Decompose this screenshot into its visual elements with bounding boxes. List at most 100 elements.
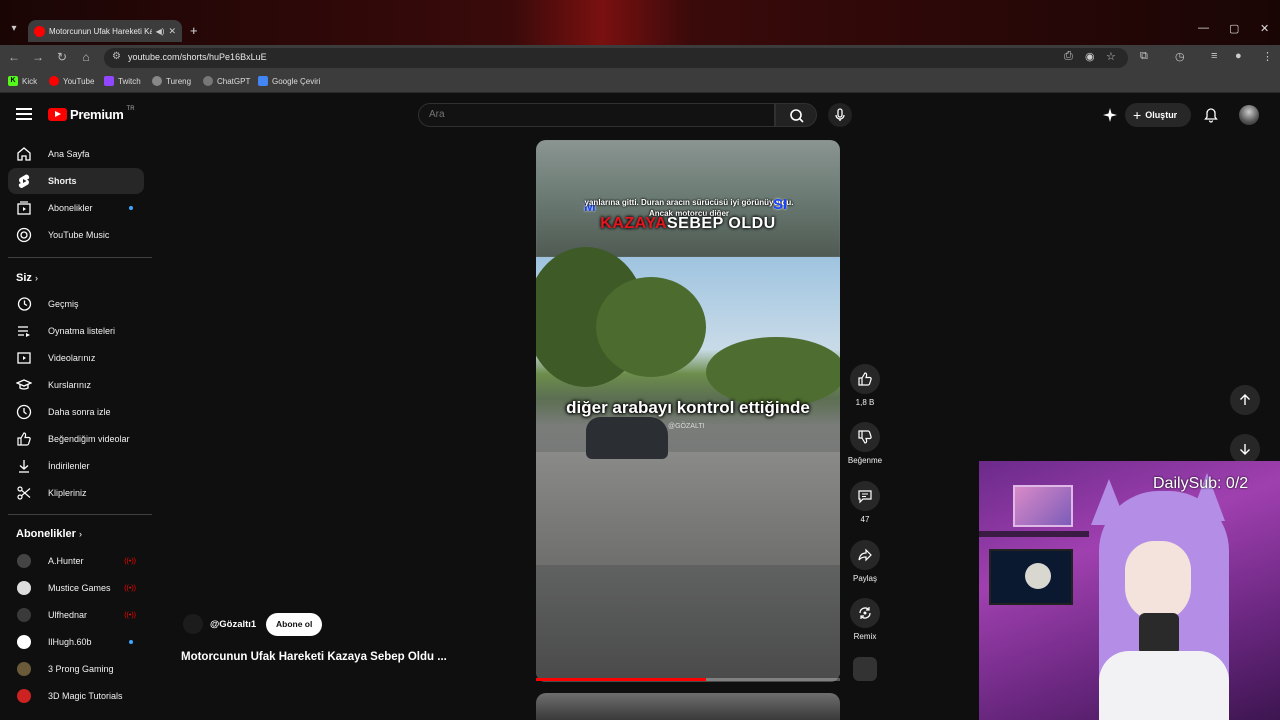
search-icon	[790, 109, 804, 123]
bookmarks-bar: K Kick YouTube Twitch Tureng ChatGPT Goog…	[0, 71, 1280, 93]
create-button[interactable]: + Oluştur	[1125, 103, 1191, 127]
address-bar[interactable]: ⚙ youtube.com/shorts/huPe16BxLuE	[104, 48, 1128, 68]
bookmark-kick[interactable]: K Kick	[8, 76, 37, 86]
voice-search-button[interactable]	[828, 103, 852, 127]
sidebar-item-courses[interactable]: Kurslarınız	[8, 372, 144, 398]
bookmark-twitch[interactable]: Twitch	[104, 76, 141, 86]
sound-source-icon[interactable]	[853, 657, 877, 681]
forward-icon[interactable]: →	[30, 50, 46, 64]
subscriptions-icon	[16, 200, 32, 216]
arrow-down-icon	[1240, 444, 1250, 455]
short-title[interactable]: Motorcunun Ufak Hareketi Kazaya Sebep Ol…	[181, 651, 447, 663]
bookmark-star-icon[interactable]: ☆	[1106, 50, 1116, 63]
share-button[interactable]: Paylaş	[848, 540, 882, 583]
audio-playing-icon[interactable]: ◀)	[156, 27, 165, 36]
sidebar-item-downloads[interactable]: İndirilenler	[8, 453, 144, 479]
hamburger-menu-icon[interactable]	[16, 108, 32, 120]
tracking-icon[interactable]: ◉	[1085, 50, 1095, 63]
extensions-icon[interactable]: ⧉	[1140, 50, 1148, 63]
previous-short-button[interactable]	[1230, 385, 1260, 415]
history-icon	[16, 296, 32, 312]
arrow-up-icon	[1240, 394, 1250, 405]
reload-icon[interactable]: ↻	[54, 50, 70, 64]
history-icon[interactable]: ◷	[1175, 50, 1185, 63]
sidebar-channel[interactable]: 3D Magic Tutorials	[8, 683, 144, 709]
caption-headline: KAZAYASEBEP OLDU	[600, 215, 776, 232]
new-content-dot	[129, 640, 133, 644]
thumbs-up-icon	[850, 364, 880, 394]
menu-icon[interactable]: ⋮	[1262, 50, 1273, 63]
sidebar-item-watch-later[interactable]: Daha sonra izle	[8, 399, 144, 425]
bookmark-google-translate[interactable]: Google Çeviri	[258, 76, 320, 86]
channel-avatar	[17, 608, 31, 622]
tab-title: Motorcunun Ufak Hareketi Kazaya Sebep Ol…	[49, 26, 152, 36]
sidebar-channel[interactable]: IlHugh.60b	[8, 629, 144, 655]
sidebar-item-playlists[interactable]: Oynatma listeleri	[8, 318, 144, 344]
minimize-button[interactable]: —	[1198, 22, 1209, 34]
youtube-premium-logo[interactable]: Premium TR	[48, 106, 135, 122]
remix-button[interactable]: Remix	[848, 598, 882, 641]
sidebar: Ana Sayfa Shorts Abonelikler YouTube Mus…	[0, 137, 154, 720]
streamer-webcam-overlay: DailySub: 0/2	[979, 461, 1280, 720]
home-icon[interactable]: ⌂	[78, 50, 94, 64]
tab-search-icon[interactable]: ▾	[6, 21, 22, 37]
notifications-bell-icon[interactable]	[1203, 107, 1219, 123]
install-app-icon[interactable]: ⎙	[1064, 50, 1073, 63]
home-icon	[16, 146, 32, 162]
back-icon[interactable]: ←	[6, 50, 22, 64]
plus-icon: +	[1133, 107, 1142, 123]
new-tab-button[interactable]: +	[190, 23, 198, 38]
sidebar-item-history[interactable]: Geçmiş	[8, 291, 144, 317]
bookmark-tureng[interactable]: Tureng	[152, 76, 191, 86]
close-window-button[interactable]: ✕	[1260, 22, 1269, 35]
sidebar-item-subscriptions[interactable]: Abonelikler	[8, 195, 144, 221]
dislike-label: Beğenme	[847, 456, 883, 465]
channel-name[interactable]: @Gözaltı1	[210, 619, 256, 630]
bookmark-youtube[interactable]: YouTube	[49, 76, 94, 86]
next-short-button[interactable]	[1230, 434, 1260, 464]
video-progress-bar[interactable]	[536, 678, 840, 681]
site-info-icon[interactable]: ⚙	[112, 51, 121, 62]
sidebar-item-shorts[interactable]: Shorts	[8, 168, 144, 194]
chevron-right-icon: ›	[78, 529, 82, 539]
sidebar-subscriptions-heading[interactable]: Abonelikler ›	[16, 528, 82, 540]
next-short-preview[interactable]	[536, 693, 840, 720]
sidebar-item-clips[interactable]: Klipleriniz	[8, 480, 144, 506]
tab-close-icon[interactable]: ✕	[168, 26, 176, 37]
ai-sparkle-icon[interactable]	[1102, 107, 1118, 123]
dislike-button[interactable]: Beğenme	[848, 422, 882, 465]
logo-text: Premium	[70, 107, 124, 122]
short-video-player[interactable]: M yanlarına gitti. Duran aracın sürücüsü…	[536, 140, 840, 682]
like-button[interactable]: 1,8 B	[848, 364, 882, 407]
subscribe-button[interactable]: Abone ol	[266, 613, 323, 636]
sidebar-channel[interactable]: 3 Prong Gaming	[8, 656, 144, 682]
like-count: 1,8 B	[855, 398, 875, 407]
profile-icon[interactable]: ●	[1235, 50, 1242, 62]
channel-avatar[interactable]	[183, 614, 203, 634]
sidebar-channel[interactable]: A.Hunter ((•))	[8, 548, 144, 574]
globe-icon	[152, 76, 162, 86]
new-content-dot	[129, 206, 133, 210]
sidebar-you-heading[interactable]: Siz ›	[16, 272, 38, 284]
search-input[interactable]	[429, 109, 759, 120]
sidebar-item-liked-videos[interactable]: Beğendiğim videolar	[8, 426, 144, 452]
vtuber-face	[1125, 541, 1191, 621]
sidebar-item-your-videos[interactable]: Videolarınız	[8, 345, 144, 371]
playlist-icon	[16, 323, 32, 339]
sidebar-divider	[8, 514, 152, 515]
courses-icon	[16, 377, 32, 393]
live-icon: ((•))	[124, 557, 136, 565]
account-avatar[interactable]	[1239, 105, 1259, 125]
sidebar-channel[interactable]: Mustice Games ((•))	[8, 575, 144, 601]
browser-tab-active[interactable]: Motorcunun Ufak Hareketi Kazaya Sebep Ol…	[28, 20, 182, 42]
maximize-button[interactable]: ▢	[1229, 22, 1239, 35]
media-icon[interactable]: ≡	[1211, 50, 1217, 62]
sidebar-channel[interactable]: Ulfhednar ((•))	[8, 602, 144, 628]
search-box	[418, 103, 775, 127]
youtube-icon	[49, 76, 59, 86]
bookmark-chatgpt[interactable]: ChatGPT	[203, 76, 250, 86]
comments-button[interactable]: 47	[848, 481, 882, 524]
search-button[interactable]	[775, 103, 817, 127]
sidebar-item-home[interactable]: Ana Sayfa	[8, 141, 144, 167]
sidebar-item-youtube-music[interactable]: YouTube Music	[8, 222, 144, 248]
